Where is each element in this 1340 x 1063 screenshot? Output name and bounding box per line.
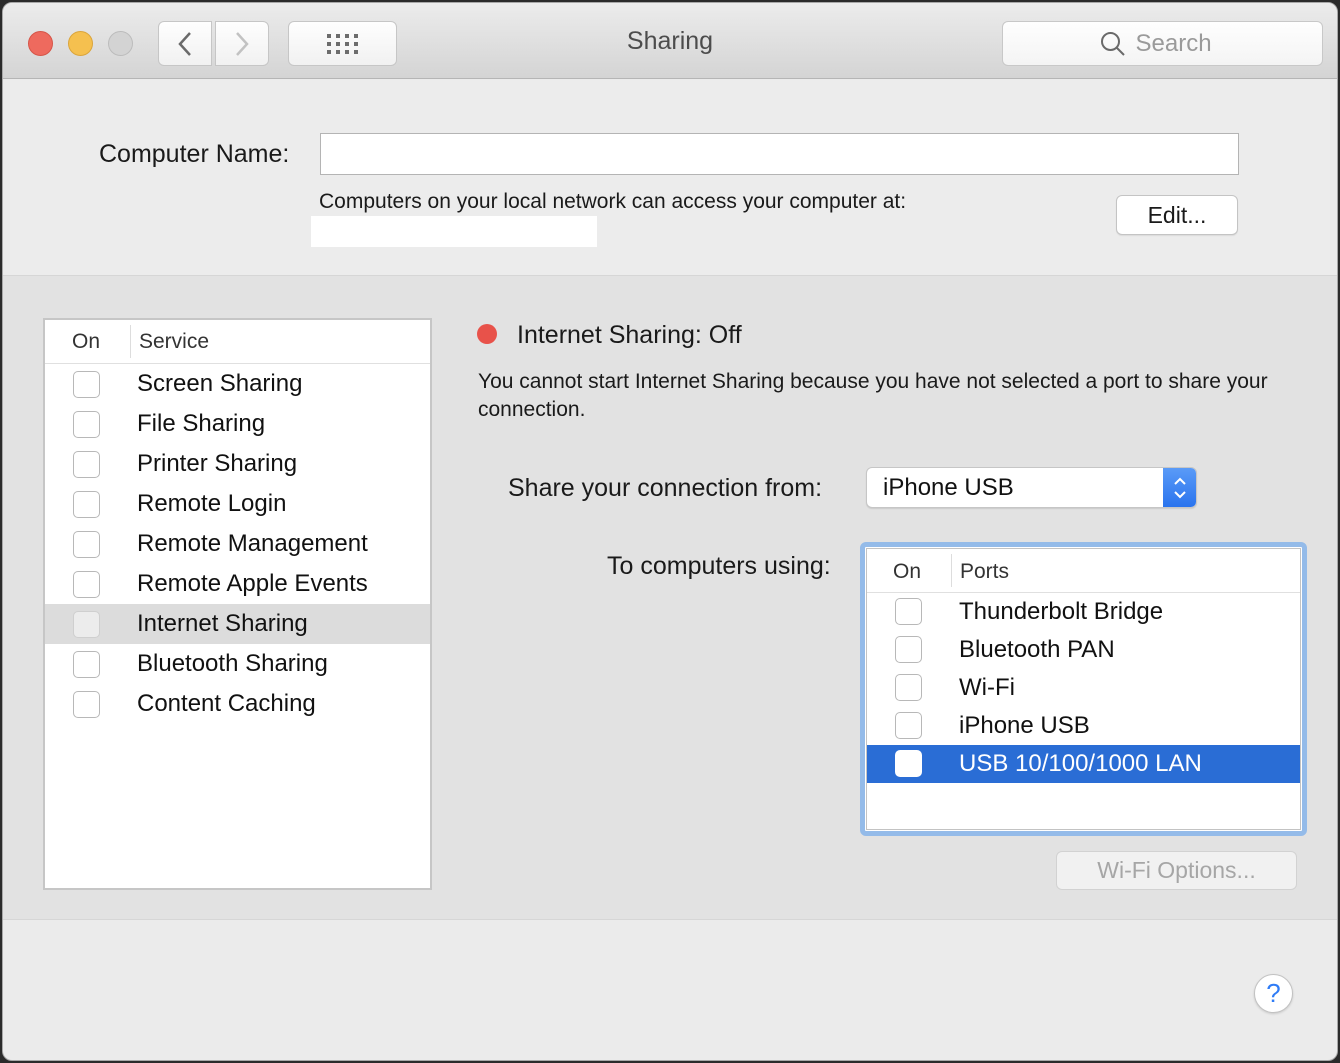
port-checkbox[interactable] <box>895 598 922 625</box>
share-from-label: Share your connection from: <box>508 474 823 502</box>
header-divider <box>130 325 131 358</box>
port-row[interactable]: Bluetooth PAN <box>867 631 1300 669</box>
computer-name-field[interactable] <box>320 133 1239 175</box>
service-label: Remote Login <box>137 490 287 517</box>
port-label: Wi-Fi <box>959 674 1015 701</box>
network-access-text: Computers on your local network can acce… <box>319 190 907 213</box>
wifi-options-button[interactable]: Wi-Fi Options... <box>1056 851 1297 890</box>
sharing-window: Sharing Computer Name: Computers on your… <box>2 2 1338 1061</box>
port-label: Bluetooth PAN <box>959 636 1115 663</box>
service-row[interactable]: Printer Sharing <box>45 444 430 484</box>
service-label: File Sharing <box>137 410 266 437</box>
port-checkbox[interactable] <box>895 750 922 777</box>
service-checkbox[interactable] <box>73 531 100 558</box>
ports-list-focus-ring: On Ports Thunderbolt Bridge Bluetooth PAN… <box>860 542 1307 836</box>
port-label: USB 10/100/1000 LAN <box>959 750 1202 777</box>
header-service[interactable]: Service <box>139 330 209 354</box>
service-row[interactable]: Remote Apple Events <box>45 564 430 604</box>
header-on[interactable]: On <box>72 330 100 354</box>
service-label: Screen Sharing <box>137 370 303 397</box>
header-on[interactable]: On <box>893 560 921 584</box>
service-checkbox[interactable] <box>73 491 100 518</box>
ports-list-header: On Ports <box>867 549 1300 593</box>
service-label: Internet Sharing <box>137 610 308 637</box>
search-field[interactable] <box>1002 21 1323 66</box>
status-title: Internet Sharing: Off <box>517 321 742 349</box>
service-row[interactable]: Remote Login <box>45 484 430 524</box>
port-checkbox[interactable] <box>895 636 922 663</box>
service-list[interactable]: On Service Screen Sharing File Sharing Pri… <box>43 318 432 890</box>
service-checkbox[interactable] <box>73 411 100 438</box>
search-icon <box>1100 31 1125 56</box>
service-row[interactable]: Internet Sharing <box>45 604 430 644</box>
service-row[interactable]: File Sharing <box>45 404 430 444</box>
question-mark-icon: ? <box>1266 978 1281 1008</box>
header-ports[interactable]: Ports <box>960 560 1009 584</box>
port-row[interactable]: iPhone USB <box>867 707 1300 745</box>
port-row[interactable]: Wi-Fi <box>867 669 1300 707</box>
services-section: On Service Screen Sharing File Sharing Pri… <box>3 275 1337 920</box>
port-label: Thunderbolt Bridge <box>959 598 1164 625</box>
port-checkbox[interactable] <box>895 712 922 739</box>
computer-name-label: Computer Name: <box>99 140 290 168</box>
service-checkbox[interactable] <box>73 691 100 718</box>
header-divider <box>951 554 952 587</box>
share-from-value: iPhone USB <box>883 474 1014 501</box>
port-checkbox[interactable] <box>895 674 922 701</box>
service-row[interactable]: Bluetooth Sharing <box>45 644 430 684</box>
service-label: Bluetooth Sharing <box>137 650 328 677</box>
share-from-select[interactable]: iPhone USB <box>866 467 1197 508</box>
service-row[interactable]: Content Caching <box>45 684 430 724</box>
to-computers-label: To computers using: <box>607 552 831 580</box>
service-checkbox[interactable] <box>73 571 100 598</box>
service-list-header: On Service <box>45 320 430 364</box>
title-bar: Sharing <box>3 3 1337 79</box>
service-checkbox[interactable] <box>73 371 100 398</box>
port-label: iPhone USB <box>959 712 1090 739</box>
service-label: Remote Management <box>137 530 368 557</box>
service-row[interactable]: Screen Sharing <box>45 364 430 404</box>
search-input[interactable] <box>1135 29 1226 58</box>
up-down-chevron-icon <box>1163 468 1196 507</box>
service-checkbox[interactable] <box>73 611 100 638</box>
service-row[interactable]: Remote Management <box>45 524 430 564</box>
computer-name-section: Computer Name: Computers on your local n… <box>3 80 1337 275</box>
service-label: Remote Apple Events <box>137 570 368 597</box>
edit-button[interactable]: Edit... <box>1116 195 1238 235</box>
port-row[interactable]: USB 10/100/1000 LAN <box>867 745 1300 783</box>
ports-list[interactable]: On Ports Thunderbolt Bridge Bluetooth PAN… <box>866 548 1301 830</box>
status-indicator-icon <box>477 324 497 344</box>
help-button[interactable]: ? <box>1254 974 1293 1013</box>
local-address <box>311 216 597 247</box>
port-row[interactable]: Thunderbolt Bridge <box>867 593 1300 631</box>
service-label: Content Caching <box>137 690 316 717</box>
service-checkbox[interactable] <box>73 451 100 478</box>
service-checkbox[interactable] <box>73 651 100 678</box>
service-label: Printer Sharing <box>137 450 298 477</box>
status-message: You cannot start Internet Sharing becaus… <box>478 370 1268 421</box>
